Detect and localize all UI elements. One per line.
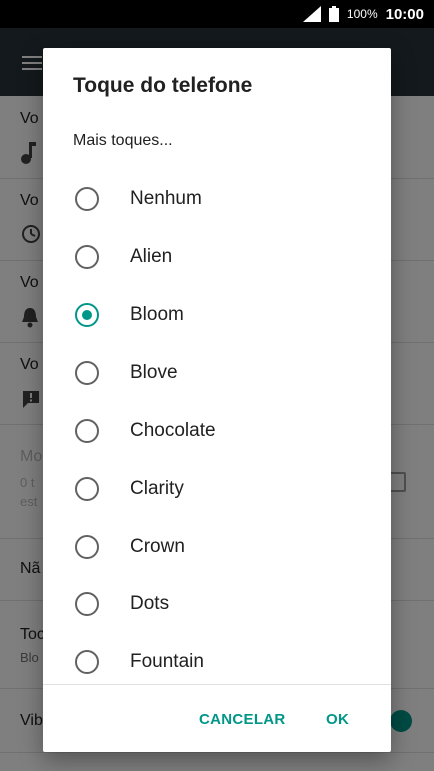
status-bar: 100% 10:00: [0, 0, 434, 28]
dialog-title: Toque do telefone: [73, 74, 253, 97]
ringtone-option-chocolate[interactable]: Chocolate: [43, 402, 391, 460]
ringtone-option-blove[interactable]: Blove: [43, 344, 391, 402]
signal-icon: [302, 6, 321, 22]
radio-button[interactable]: [75, 361, 99, 385]
ringtone-option-crown[interactable]: Crown: [43, 518, 391, 576]
option-label: Dots: [130, 593, 170, 614]
option-label: Crown: [130, 536, 185, 557]
ringtone-option-clarity[interactable]: Clarity: [43, 460, 391, 518]
radio-button[interactable]: [75, 419, 99, 443]
ok-button[interactable]: OK: [326, 711, 349, 728]
ringtone-option-fountain[interactable]: Fountain: [43, 633, 391, 691]
ringtone-option-dots[interactable]: Dots: [43, 575, 391, 633]
ringtone-option-nenhum[interactable]: Nenhum: [43, 170, 391, 228]
radio-button[interactable]: [75, 650, 99, 674]
more-tones-link[interactable]: Mais toques...: [73, 132, 173, 150]
radio-button[interactable]: [75, 592, 99, 616]
ringtone-option-alien[interactable]: Alien: [43, 228, 391, 286]
ringtone-dialog: Toque do telefone Mais toques... Nenhum …: [43, 48, 391, 752]
option-label: Nenhum: [130, 188, 202, 209]
battery-icon: [328, 6, 339, 22]
radio-button[interactable]: [75, 535, 99, 559]
option-label: Clarity: [130, 478, 184, 499]
radio-button-selected[interactable]: [75, 303, 99, 327]
dialog-actions: CANCELAR OK: [43, 684, 391, 753]
radio-button[interactable]: [75, 477, 99, 501]
option-label: Bloom: [130, 304, 184, 325]
option-label: Fountain: [130, 651, 204, 672]
clock: 10:00: [385, 5, 424, 23]
battery-level: 100%: [346, 7, 378, 21]
ringtone-option-bloom[interactable]: Bloom: [43, 286, 391, 344]
option-label: Alien: [130, 246, 173, 267]
cancel-button[interactable]: CANCELAR: [199, 711, 286, 728]
radio-button[interactable]: [75, 187, 99, 211]
option-label: Blove: [130, 362, 178, 383]
radio-button[interactable]: [75, 245, 99, 269]
option-label: Chocolate: [130, 420, 216, 441]
